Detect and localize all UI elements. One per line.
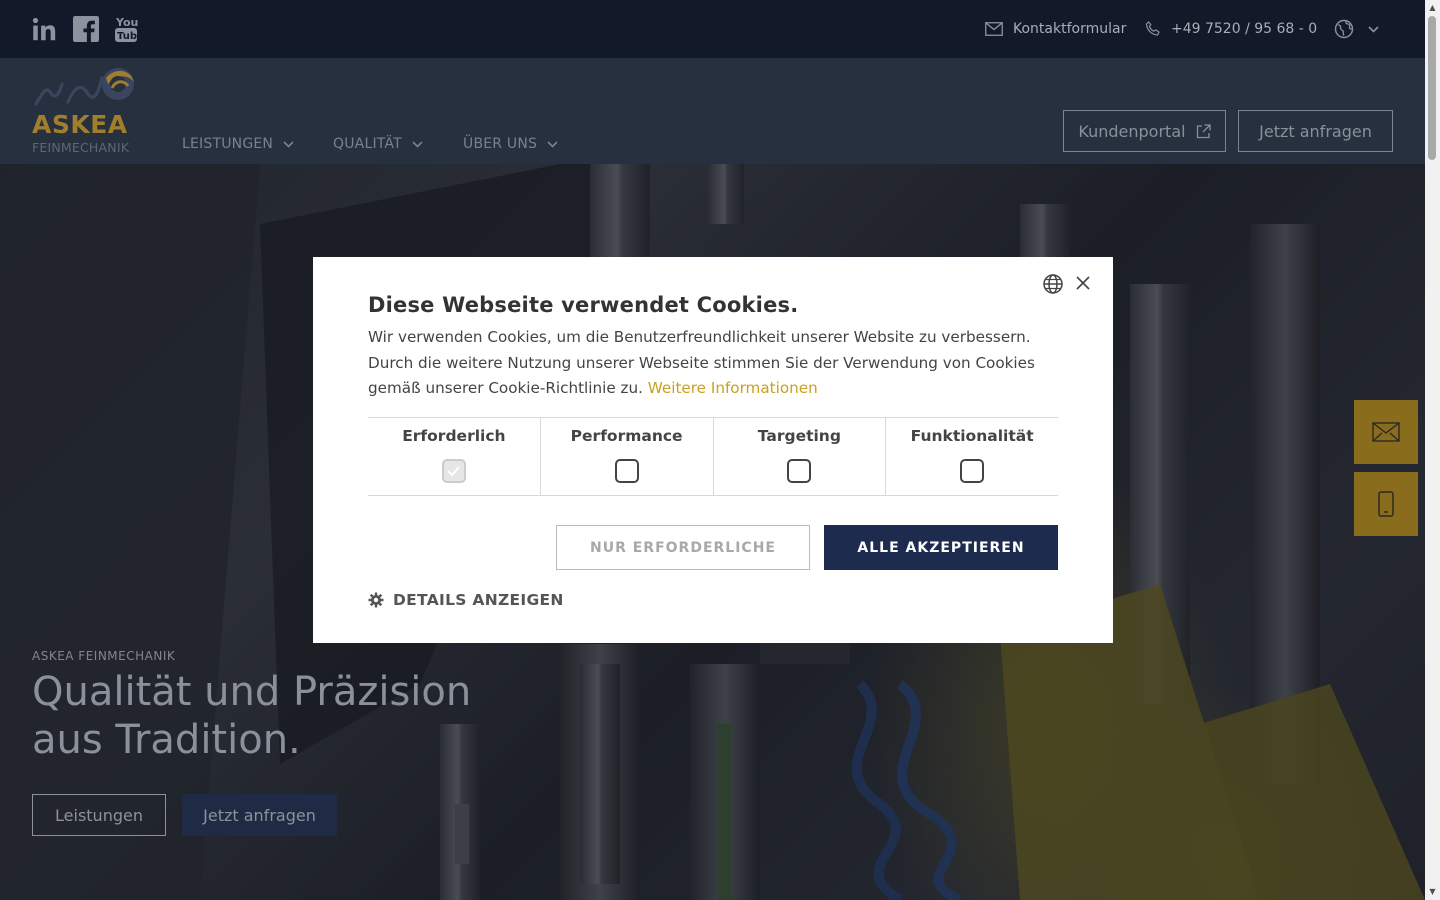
gear-icon xyxy=(368,592,384,608)
functionality-checkbox[interactable] xyxy=(960,459,985,483)
nav-label: QUALITÄT xyxy=(333,136,402,152)
category-required: Erforderlich xyxy=(368,418,541,495)
category-label: Erforderlich xyxy=(402,427,506,445)
category-targeting: Targeting xyxy=(714,418,887,495)
logo-mark-icon xyxy=(34,68,134,106)
hero-request-button[interactable]: Jetzt anfragen xyxy=(182,794,337,836)
external-link-icon xyxy=(1196,123,1211,138)
nav-label: ÜBER UNS xyxy=(463,136,538,152)
phone-label: +49 7520 / 95 68 - 0 xyxy=(1171,21,1318,37)
close-icon[interactable] xyxy=(1074,274,1092,292)
main-header: ASKEA FEINMECHANIK LEISTUNGEN QUALITÄT Ü… xyxy=(0,58,1425,164)
checkmark-icon xyxy=(447,466,461,476)
chevron-down-icon xyxy=(412,140,423,148)
category-functionality: Funktionalität xyxy=(886,418,1058,495)
logo[interactable]: ASKEA FEINMECHANIK xyxy=(32,64,142,158)
category-label: Funktionalität xyxy=(910,427,1034,445)
show-details-button[interactable]: DETAILS ANZEIGEN xyxy=(368,591,564,609)
cookie-description: Wir verwenden Cookies, um die Benutzerfr… xyxy=(368,325,1068,402)
mail-icon xyxy=(1372,422,1400,442)
customer-portal-button[interactable]: Kundenportal xyxy=(1063,110,1226,152)
cookie-dialog: Diese Webseite verwendet Cookies. Wir ve… xyxy=(313,257,1113,643)
more-info-link[interactable]: Weitere Informationen xyxy=(648,379,818,397)
nav-label: LEISTUNGEN xyxy=(182,136,274,152)
logo-text: ASKEA xyxy=(32,110,128,139)
contact-form-label: Kontaktformular xyxy=(1013,21,1127,37)
linkedin-icon[interactable] xyxy=(31,14,58,44)
chevron-down-icon xyxy=(547,140,558,148)
required-checkbox xyxy=(441,459,466,483)
language-selector[interactable] xyxy=(1334,0,1379,58)
details-label: DETAILS ANZEIGEN xyxy=(393,591,564,609)
scroll-up-arrow[interactable]: ▲ xyxy=(1428,3,1437,12)
phone-link[interactable]: +49 7520 / 95 68 - 0 xyxy=(1145,0,1317,58)
svg-text:Tube: Tube xyxy=(117,31,139,42)
logo-subtitle: FEINMECHANIK xyxy=(32,140,130,155)
cookie-title: Diese Webseite verwendet Cookies. xyxy=(368,293,799,317)
category-performance: Performance xyxy=(541,418,714,495)
cookie-categories: Erforderlich Performance Targeting Funkt… xyxy=(368,417,1058,496)
nav-item-ueber-uns[interactable]: ÜBER UNS xyxy=(463,134,558,154)
mobile-phone-icon xyxy=(1378,491,1394,517)
request-label: Jetzt anfragen xyxy=(1259,121,1372,141)
nav-item-leistungen[interactable]: LEISTUNGEN xyxy=(182,134,294,154)
phone-icon xyxy=(1145,21,1160,36)
globe-icon xyxy=(1334,19,1354,39)
chevron-down-icon xyxy=(283,140,294,148)
category-label: Performance xyxy=(570,427,683,445)
mail-icon xyxy=(985,22,1003,36)
targeting-checkbox[interactable] xyxy=(787,459,812,483)
svg-text:You: You xyxy=(115,16,138,29)
facebook-icon[interactable] xyxy=(72,14,99,44)
accept-all-button[interactable]: ALLE AKZEPTIEREN xyxy=(824,525,1058,570)
contact-form-link[interactable]: Kontaktformular xyxy=(985,0,1126,58)
nav-item-qualitaet[interactable]: QUALITÄT xyxy=(333,134,423,154)
performance-checkbox[interactable] xyxy=(614,459,639,483)
side-phone-button[interactable] xyxy=(1354,472,1418,536)
side-mail-button[interactable] xyxy=(1354,400,1418,464)
request-button[interactable]: Jetzt anfragen xyxy=(1238,110,1393,152)
scroll-down-arrow[interactable]: ▼ xyxy=(1428,887,1437,896)
customer-portal-label: Kundenportal xyxy=(1078,121,1186,141)
necessary-only-button[interactable]: NUR ERFORDERLICHE xyxy=(556,525,810,570)
youtube-icon[interactable]: You Tube xyxy=(112,14,140,44)
top-bar: You Tube Kontaktformular +49 7520 / 95 68… xyxy=(0,0,1425,58)
scroll-thumb[interactable] xyxy=(1428,16,1436,160)
services-button[interactable]: Leistungen xyxy=(32,794,166,836)
hero-overline: ASKEA FEINMECHANIK xyxy=(32,649,176,663)
hero-title: Qualität und Präzision aus Tradition. xyxy=(32,669,472,763)
language-globe-icon[interactable] xyxy=(1042,273,1064,295)
chevron-down-icon xyxy=(1368,25,1379,33)
category-label: Targeting xyxy=(757,427,841,445)
